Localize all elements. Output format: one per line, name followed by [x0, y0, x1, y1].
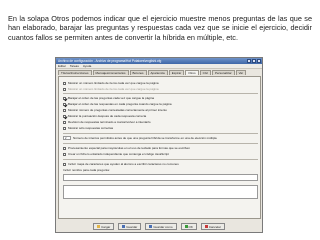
divider: [63, 133, 258, 134]
disk-icon: [149, 225, 153, 228]
load-button[interactable]: Cargar: [93, 223, 115, 230]
folder-icon: [97, 225, 101, 228]
meta-label: Incluir nombre para cada pregunta:: [63, 168, 110, 172]
close-icon[interactable]: [257, 59, 261, 63]
option-row: Mostrar un número limitado de ítems cada…: [63, 87, 159, 91]
attempts-row: 2 Número de intentos permitidos antes de …: [63, 136, 217, 140]
disk-icon: [122, 225, 126, 228]
checkbox[interactable]: [63, 120, 66, 124]
option-row[interactable]: Procesamiento especial para mayúsculas e…: [63, 146, 190, 150]
check-icon: [184, 225, 188, 228]
tab-cgi[interactable]: CGI: [199, 70, 211, 75]
option-row[interactable]: Mostrar un número limitado de ítems cada…: [63, 81, 159, 85]
tab-expirar[interactable]: Expirar: [168, 70, 185, 75]
option-label: Crear un fichero enlazado independiente …: [68, 152, 169, 156]
save-as-button[interactable]: Guardar como: [145, 223, 177, 230]
tab-apariencia[interactable]: Apariencia: [147, 70, 168, 75]
window-title: Archivo de configuración - Archivo de pr…: [58, 59, 162, 63]
window-titlebar: Archivo de configuración - Archivo de pr…: [56, 58, 262, 64]
minimize-icon[interactable]: [247, 59, 251, 63]
load-button-label: Cargar: [101, 224, 111, 229]
attempts-label: Número de intentos permitidos antes de q…: [73, 136, 217, 140]
ok-button-label: OK: [188, 224, 193, 229]
option-label: Procesamiento especial para mayúsculas e…: [68, 146, 190, 150]
checkbox: [63, 87, 66, 91]
option-row[interactable]: Barajar el orden de las respuestas en ca…: [63, 102, 172, 106]
option-label: Barajar el orden de las preguntas cada v…: [68, 96, 155, 100]
tab-var[interactable]: Var: [235, 70, 247, 75]
option-label: Mostrar la puntuación después de cada re…: [68, 114, 147, 118]
meta-textarea[interactable]: [63, 174, 258, 181]
option-label: Revisión de respuestas terminado a marca…: [68, 120, 151, 124]
tab-bar: Títulos/Instrucciones Mensajes/comentari…: [56, 69, 262, 75]
config-window: Archivo de configuración - Archivo de pr…: [55, 57, 263, 233]
option-row[interactable]: Mostrar número de preguntas contestadas …: [63, 108, 167, 112]
option-label: Mostrar un número limitado de ítems cada…: [68, 81, 159, 85]
tab-otros[interactable]: Otros: [185, 70, 199, 75]
option-label: Mostrar número de preguntas contestadas …: [68, 108, 167, 112]
option-row[interactable]: Incluir mapa de caracteres que ayuden al…: [63, 162, 179, 166]
save-button-label: Guardar: [126, 224, 138, 229]
cross-icon: [204, 225, 208, 228]
checkbox[interactable]: [63, 96, 66, 100]
caption-text: En la solapa Otros podemos indicar que e…: [8, 14, 312, 42]
menu-tareas[interactable]: Tareas: [70, 64, 79, 68]
option-label: Barajar el orden de las respuestas en ca…: [68, 102, 172, 106]
save-button[interactable]: Guardar: [118, 223, 142, 230]
checkbox[interactable]: [63, 81, 66, 85]
divider: [63, 159, 258, 160]
maximize-icon[interactable]: [252, 59, 256, 63]
checkbox[interactable]: [63, 108, 66, 112]
cancel-button[interactable]: Cancelar: [200, 223, 225, 230]
otros-panel: Mostrar un número limitado de ítems cada…: [58, 76, 261, 219]
ok-button[interactable]: OK: [180, 223, 197, 230]
tab-botones[interactable]: Botones: [129, 70, 147, 75]
button-bar: Cargar Guardar Guardar como OK Cancelar: [56, 223, 262, 232]
checkbox[interactable]: [63, 152, 66, 156]
option-label: Incluir mapa de caracteres que ayuden al…: [68, 162, 179, 166]
checkbox[interactable]: [63, 114, 66, 118]
menu-editar[interactable]: Editar: [58, 64, 66, 68]
option-row[interactable]: Revisión de respuestas terminado a marca…: [63, 120, 151, 124]
option-label: Mostrar un número limitado de ítems cada…: [68, 87, 159, 91]
divider: [63, 93, 258, 94]
option-row[interactable]: Mostrar sólo respuestas correctas: [63, 126, 113, 130]
checkbox[interactable]: [63, 146, 66, 150]
menu-ayuda[interactable]: Ayuda: [83, 64, 91, 68]
checkbox[interactable]: [63, 162, 66, 166]
tab-personalizar[interactable]: Personalizar: [211, 70, 235, 75]
divider: [63, 143, 258, 144]
attempts-spinner[interactable]: 2: [63, 136, 71, 140]
tab-titulos[interactable]: Títulos/Instrucciones: [58, 70, 92, 75]
option-row[interactable]: Mostrar la puntuación después de cada re…: [63, 114, 146, 118]
option-row[interactable]: Barajar el orden de las preguntas cada v…: [63, 96, 154, 100]
meta-textarea-2[interactable]: [63, 185, 258, 199]
tab-mensajes[interactable]: Mensajes/comentarios: [92, 70, 129, 75]
save-as-button-label: Guardar como: [153, 224, 173, 229]
option-label: Mostrar sólo respuestas correctas: [68, 126, 114, 130]
checkbox[interactable]: [63, 126, 66, 130]
option-row[interactable]: Crear un fichero enlazado independiente …: [63, 152, 169, 156]
cancel-button-label: Cancelar: [208, 224, 221, 229]
checkbox[interactable]: [63, 102, 66, 106]
